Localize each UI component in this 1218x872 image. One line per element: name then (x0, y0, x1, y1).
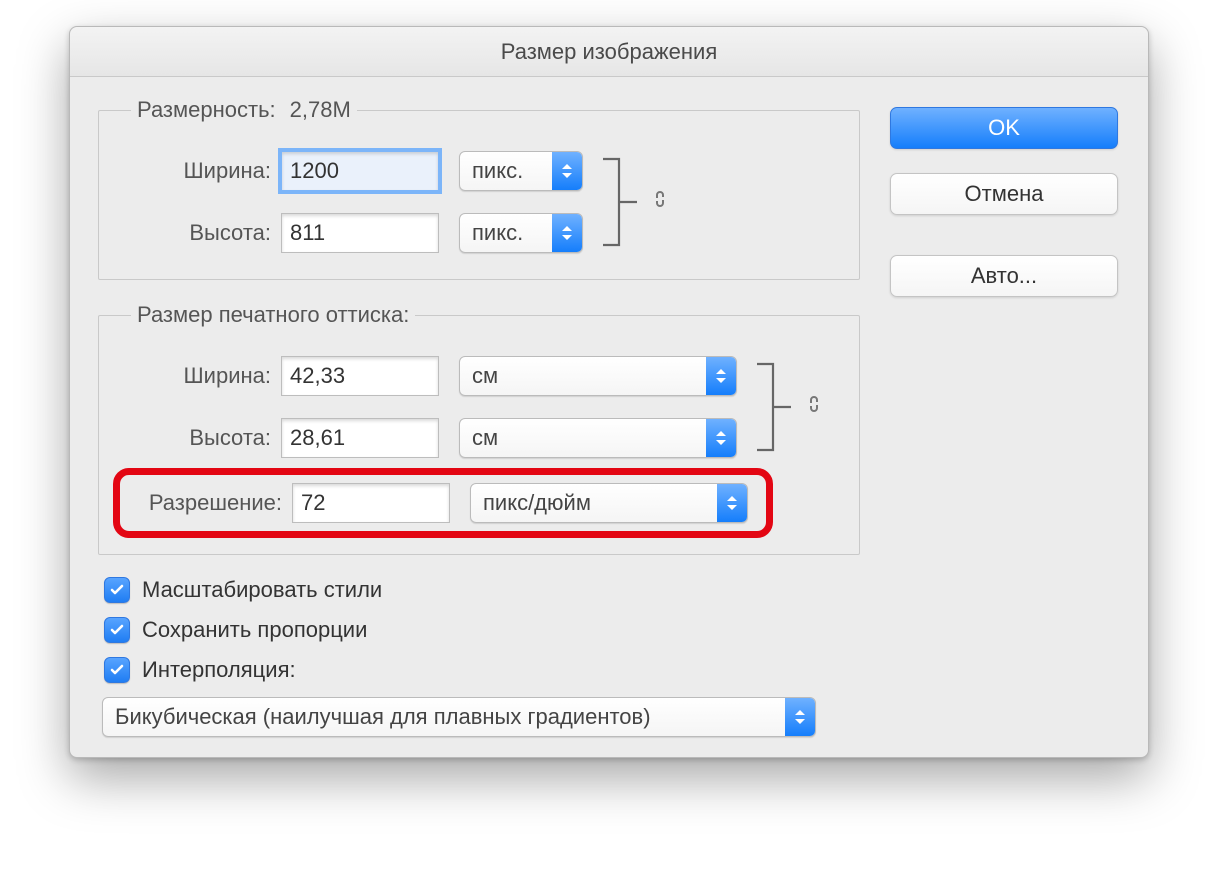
pixel-width-unit-select[interactable]: пикс. (459, 151, 583, 191)
pixel-width-input[interactable] (281, 151, 439, 191)
pixel-dimensions-group: Размерность: 2,78M Ширина: пикс. (98, 97, 860, 280)
pixel-width-unit-text: пикс. (460, 158, 552, 184)
interpolation-text: Бикубическая (наилучшая для плавных град… (103, 704, 785, 730)
pixel-link-bracket (599, 151, 669, 253)
chevron-up-down-icon (706, 419, 736, 457)
pixel-dimensions-size: 2,78M (290, 97, 351, 123)
doc-width-row: Ширина: см (123, 356, 737, 396)
pixel-height-label: Высота: (123, 220, 281, 246)
document-size-group: Размер печатного оттиска: Ширина: см (98, 302, 860, 555)
image-size-dialog: Размер изображения Размерность: 2,78M Ши… (69, 26, 1149, 758)
document-size-legend: Размер печатного оттиска: (131, 302, 415, 328)
right-column: OK Отмена Авто... (860, 97, 1120, 737)
pixel-height-input[interactable] (281, 213, 439, 253)
doc-height-unit-select[interactable]: см (459, 418, 737, 458)
scale-styles-label: Масштабировать стили (142, 577, 382, 603)
chevron-up-down-icon (706, 357, 736, 395)
doc-width-label: Ширина: (123, 363, 281, 389)
constrain-proportions-row: Сохранить пропорции (104, 617, 860, 643)
pixel-height-unit-select[interactable]: пикс. (459, 213, 583, 253)
chevron-up-down-icon (785, 698, 815, 736)
doc-width-input[interactable] (281, 356, 439, 396)
left-column: Размерность: 2,78M Ширина: пикс. (98, 97, 860, 737)
constrain-proportions-label: Сохранить пропорции (142, 617, 367, 643)
resolution-label: Разрешение: (124, 490, 292, 516)
doc-height-row: Высота: см (123, 418, 737, 458)
pixel-width-row: Ширина: пикс. (123, 151, 583, 191)
dialog-title: Размер изображения (70, 27, 1148, 77)
interpolation-select[interactable]: Бикубическая (наилучшая для плавных град… (102, 697, 816, 737)
chevron-up-down-icon (552, 214, 582, 252)
resolution-highlight: Разрешение: пикс/дюйм (113, 468, 773, 538)
ok-button[interactable]: OK (890, 107, 1118, 149)
cancel-button[interactable]: Отмена (890, 173, 1118, 215)
pixel-height-unit-text: пикс. (460, 220, 552, 246)
doc-height-unit-text: см (460, 425, 706, 451)
doc-width-unit-text: см (460, 363, 706, 389)
auto-button[interactable]: Авто... (890, 255, 1118, 297)
resolution-unit-text: пикс/дюйм (471, 490, 717, 516)
doc-width-unit-select[interactable]: см (459, 356, 737, 396)
scale-styles-checkbox[interactable] (104, 577, 130, 603)
resample-label: Интерполяция: (142, 657, 296, 683)
pixel-dimensions-legend: Размерность: 2,78M (131, 97, 357, 123)
chevron-up-down-icon (717, 484, 747, 522)
pixel-width-label: Ширина: (123, 158, 281, 184)
dialog-content: Размерность: 2,78M Ширина: пикс. (70, 77, 1148, 757)
scale-styles-row: Масштабировать стили (104, 577, 860, 603)
link-icon (805, 393, 823, 421)
doc-height-input[interactable] (281, 418, 439, 458)
resample-row: Интерполяция: (104, 657, 860, 683)
pixel-dimensions-label: Размерность: (137, 97, 276, 123)
chevron-up-down-icon (552, 152, 582, 190)
link-icon (651, 188, 669, 216)
resolution-input[interactable] (292, 483, 450, 523)
pixel-height-row: Высота: пикс. (123, 213, 583, 253)
doc-link-bracket (753, 356, 823, 458)
resample-checkbox[interactable] (104, 657, 130, 683)
doc-height-label: Высота: (123, 425, 281, 451)
constrain-proportions-checkbox[interactable] (104, 617, 130, 643)
resolution-unit-select[interactable]: пикс/дюйм (470, 483, 748, 523)
